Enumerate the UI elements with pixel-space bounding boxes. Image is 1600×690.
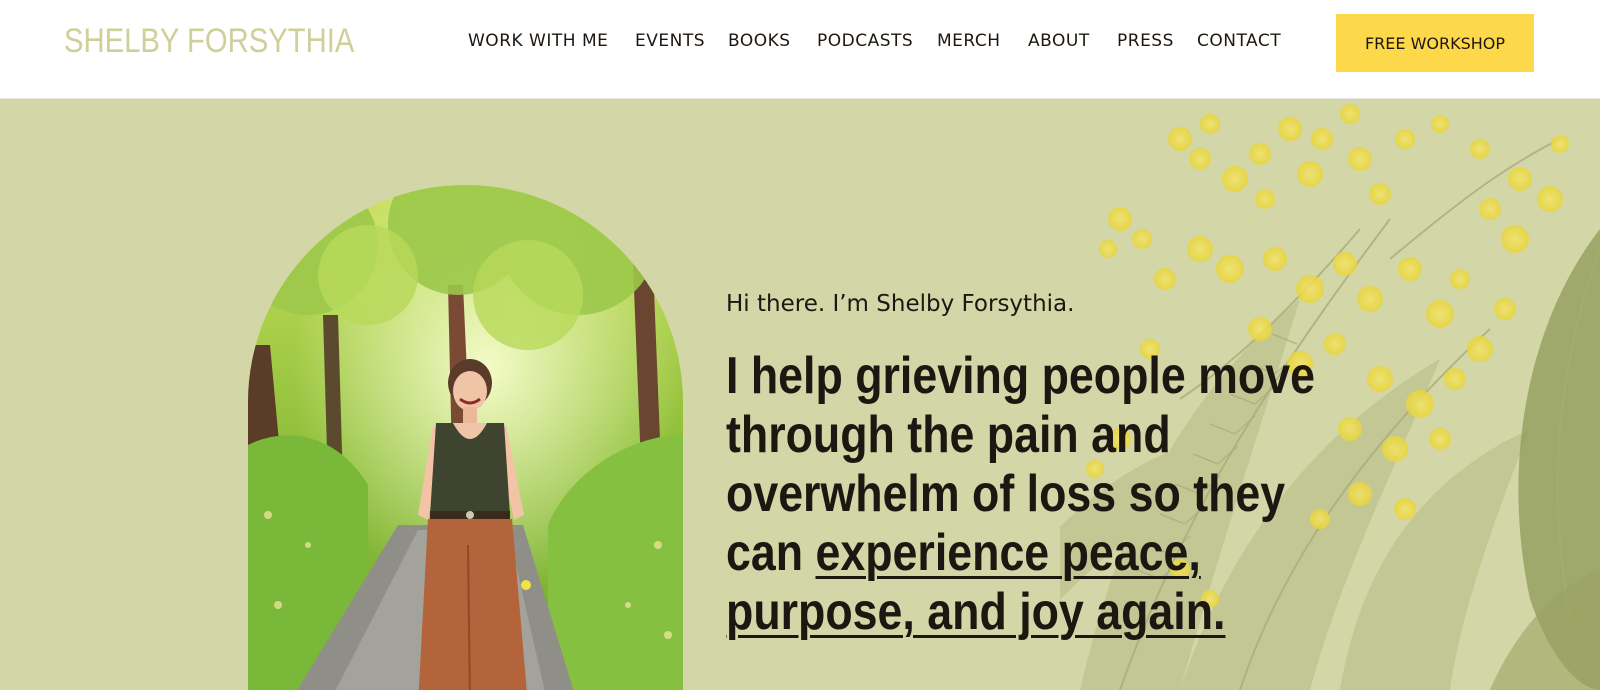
nav-item-merch[interactable]: MERCH — [937, 31, 1001, 51]
nav-item-podcasts[interactable]: PODCASTS — [817, 31, 913, 51]
nav-item-about[interactable]: ABOUT — [1028, 31, 1090, 51]
nav-item-books[interactable]: BOOKS — [728, 31, 791, 51]
hero-headline: I help grieving people move through the … — [726, 347, 1328, 642]
free-workshop-button[interactable]: FREE WORKSHOP — [1336, 14, 1534, 72]
nav-item-work-with-me[interactable]: WORK WITH ME — [468, 31, 608, 51]
hero-photo — [248, 185, 683, 690]
hero-section: Hi there. I’m Shelby Forsythia. I help g… — [0, 99, 1600, 690]
hero-text-block: Hi there. I’m Shelby Forsythia. I help g… — [726, 291, 1346, 642]
nav-item-press[interactable]: PRESS — [1117, 31, 1174, 51]
hero-greeting: Hi there. I’m Shelby Forsythia. — [726, 291, 1075, 317]
site-header: SHELBY FORSYTHIA WORK WITH ME EVENTS BOO… — [0, 0, 1600, 99]
woman-on-forest-path-photo — [248, 185, 683, 690]
nav-item-contact[interactable]: CONTACT — [1197, 31, 1281, 51]
nav-item-events[interactable]: EVENTS — [635, 31, 705, 51]
